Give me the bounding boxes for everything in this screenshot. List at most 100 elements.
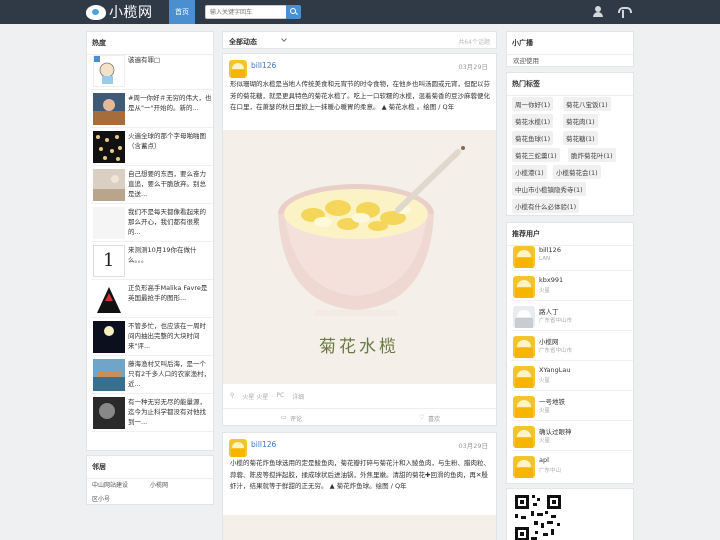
tag-chip[interactable]: 菊花八宝饭(1) <box>563 97 611 111</box>
chevron-down-icon[interactable] <box>281 36 287 42</box>
hot-item-text: 藤海渔村又叫后海，是一个只有2千多人口的农家渔村，近... <box>128 360 211 388</box>
like-icon[interactable]: ♡ <box>419 414 424 421</box>
tag-chip[interactable]: 脆炸菊花叶(1) <box>568 148 616 162</box>
user-location: 火星 <box>539 378 551 384</box>
hot-item-text: 不管多忙，也应该在一周时间内抽出完整的大块时间来"评... <box>128 322 206 350</box>
user-location: 火星 <box>539 438 551 444</box>
user-avatar[interactable] <box>513 426 535 448</box>
hot-thumb <box>93 93 125 125</box>
hot-item[interactable]: 我们不是每天都像看起来的那么开心，我们都有很累的... <box>91 204 213 242</box>
tag-chip[interactable]: 小榄有什么必体验(1) <box>512 199 580 213</box>
user-name[interactable]: bill126 <box>539 246 561 254</box>
post-meta: ⚲ 火星 火星 PC 详细 <box>230 392 304 401</box>
search-input[interactable] <box>205 5 287 19</box>
user-location: LAN <box>539 256 551 262</box>
tools-icon[interactable] <box>617 6 632 18</box>
search-icon[interactable] <box>286 5 301 19</box>
comment-icon[interactable]: ▭ <box>281 414 287 421</box>
author-avatar[interactable] <box>229 60 247 78</box>
recommended-user[interactable]: 确认过眼神 火星 <box>511 421 633 451</box>
qr-code <box>506 488 634 540</box>
hot-item[interactable]: #周一你好＃无穷的伟大，也是从"一"开始的。新的... <box>91 90 213 128</box>
hot-thumb <box>93 55 125 87</box>
recommended-user[interactable]: 一号地铁 火星 <box>511 391 633 421</box>
user-avatar[interactable] <box>513 246 535 268</box>
tag-chip[interactable]: 周一你好(1) <box>512 97 554 111</box>
like-button[interactable]: 喜欢 <box>428 414 440 423</box>
post-author[interactable]: bill126 <box>251 61 276 70</box>
broadcast-text: 欢迎使用 <box>513 57 539 65</box>
post-date: 03月29日 <box>458 63 488 71</box>
user-avatar[interactable] <box>513 276 535 298</box>
nav-home-tab[interactable]: 首页 <box>169 0 195 24</box>
user-name[interactable]: apl <box>539 456 549 464</box>
recommended-user[interactable]: XYangLau 火星 <box>511 361 633 391</box>
post-date: 03月29日 <box>458 442 488 450</box>
tag-chip[interactable]: 菊花三蛇羹(1) <box>512 148 560 162</box>
post-image[interactable] <box>223 515 496 540</box>
recommended-user[interactable]: 路人丁 广东省中山市 <box>511 301 633 331</box>
neighbor-link[interactable]: 小榄网 <box>150 480 168 489</box>
post-author[interactable]: bill126 <box>251 440 276 449</box>
user-avatar[interactable] <box>513 306 535 328</box>
neighbor-link[interactable]: 中山网站建设 <box>92 480 128 489</box>
feed-topic-count: 共64个话题 <box>458 39 490 46</box>
broadcast-panel: 小广播 欢迎使用 <box>506 31 634 67</box>
user-name[interactable]: 小榄网 <box>539 336 559 346</box>
post-actions: ▭ 评论 ♡ 喜欢 <box>223 408 496 426</box>
calendar-digit: 1 <box>103 250 115 271</box>
user-name[interactable]: kbx991 <box>539 276 563 284</box>
image-caption: 菊花水榄 <box>319 337 399 357</box>
tag-chip[interactable]: 菊花肉(1) <box>563 114 598 128</box>
tag-chip[interactable]: 菊花水榄(1) <box>512 114 554 128</box>
hot-tags-title: 热门标签 <box>507 73 633 96</box>
tag-chip[interactable]: 中山市小榄镇隐秀寺(1) <box>512 182 586 196</box>
tag-chip[interactable]: 小榄港(1) <box>512 165 547 179</box>
hot-thumb <box>93 283 125 315</box>
user-name[interactable]: 一号地铁 <box>539 396 565 406</box>
post-card: bill126 03月29日 小榄的菊花炸鱼球选用的定是鲮鱼肉，菊花瓣打碎与菊花… <box>222 432 497 540</box>
comment-button[interactable]: 评论 <box>290 414 302 423</box>
post-location: 火星 火星 <box>242 394 269 401</box>
user-avatar[interactable] <box>513 336 535 358</box>
hot-item-text: 有一种无穷无尽的能量源，迄今为止科学都没有对他找到一... <box>128 398 206 426</box>
hot-item-text: 正负形高手Malika Favre是英国最抢手的图形... <box>128 284 208 302</box>
hot-item-text: 来测测10月19你在做什么。。。 <box>128 246 197 264</box>
post-image[interactable]: 菊花水榄 <box>223 130 496 384</box>
hot-item[interactable]: 骇遍有罪□ <box>91 52 213 90</box>
post-body: 形似珊瑚的水榄是当地人传统美食和元宵节的时令食物，在他乡也叫汤圆或元宵，但配以芬… <box>230 80 490 111</box>
hot-item[interactable]: 正负形高手Malika Favre是英国最抢手的图形... <box>91 280 213 318</box>
neighbor-link[interactable]: 区小号 <box>92 494 110 503</box>
tag-chip[interactable]: 菊花糖(1) <box>563 131 598 145</box>
tag-chip[interactable]: 小榄菊花会(1) <box>553 165 601 179</box>
recommended-user[interactable]: apl 广东中山 <box>511 451 633 481</box>
post-body: 小榄的菊花炸鱼球选用的定是鲮鱼肉，菊花瓣打碎与菊花汁和入鲮鱼肉，与生粉、腊肉粒、… <box>230 459 490 490</box>
neighbors-panel: 邻居 中山网站建设 小榄网 区小号 <box>86 455 214 505</box>
hot-item[interactable]: 不管多忙，也应该在一周时间内抽出完整的大块时间来"评... <box>91 318 213 356</box>
author-avatar[interactable] <box>229 439 247 457</box>
hot-item[interactable]: 1 来测测10月19你在做什么。。。 <box>91 242 213 280</box>
hot-item[interactable]: 自己想要的东西，要么奋力直追，要么干脆放弃。别总是送... <box>91 166 213 204</box>
tag-chip[interactable]: 菊花鱼球(1) <box>512 131 554 145</box>
recommended-user[interactable]: bill126 LAN <box>511 241 633 271</box>
recommended-user[interactable]: kbx991 火星 <box>511 271 633 301</box>
recommended-user[interactable]: 小榄网 广东省中山市 <box>511 331 633 361</box>
user-avatar[interactable] <box>513 456 535 478</box>
user-icon[interactable] <box>592 6 604 18</box>
feed-filter-dropdown[interactable]: 全部动态 <box>229 37 257 47</box>
hot-item[interactable]: 有一种无穷无尽的能量源，迄今为止科学都没有对他找到一... <box>91 394 213 432</box>
hot-thumb <box>93 321 125 353</box>
hot-item[interactable]: 火遍全球的那个字母啪啪图（含蓄点） <box>91 128 213 166</box>
recommended-users-panel: 推荐用户 bill126 LAN kbx991 火星 路人丁 广东省中山市 小榄… <box>506 222 634 484</box>
site-logo[interactable]: 小榄网 <box>86 3 153 21</box>
user-name[interactable]: 路人丁 <box>539 306 559 316</box>
user-avatar[interactable] <box>513 396 535 418</box>
hot-item[interactable]: 藤海渔村又叫后海，是一个只有2千多人口的农家渔村，近... <box>91 356 213 394</box>
hot-item-text: 骇遍有罪□ <box>128 56 161 64</box>
post-detail-link[interactable]: 详细 <box>292 392 304 401</box>
user-location: 广东中山 <box>539 468 562 474</box>
user-avatar[interactable] <box>513 366 535 388</box>
user-name[interactable]: 确认过眼神 <box>539 426 572 436</box>
neighbors-title: 邻居 <box>87 456 213 479</box>
user-name[interactable]: XYangLau <box>539 366 570 374</box>
